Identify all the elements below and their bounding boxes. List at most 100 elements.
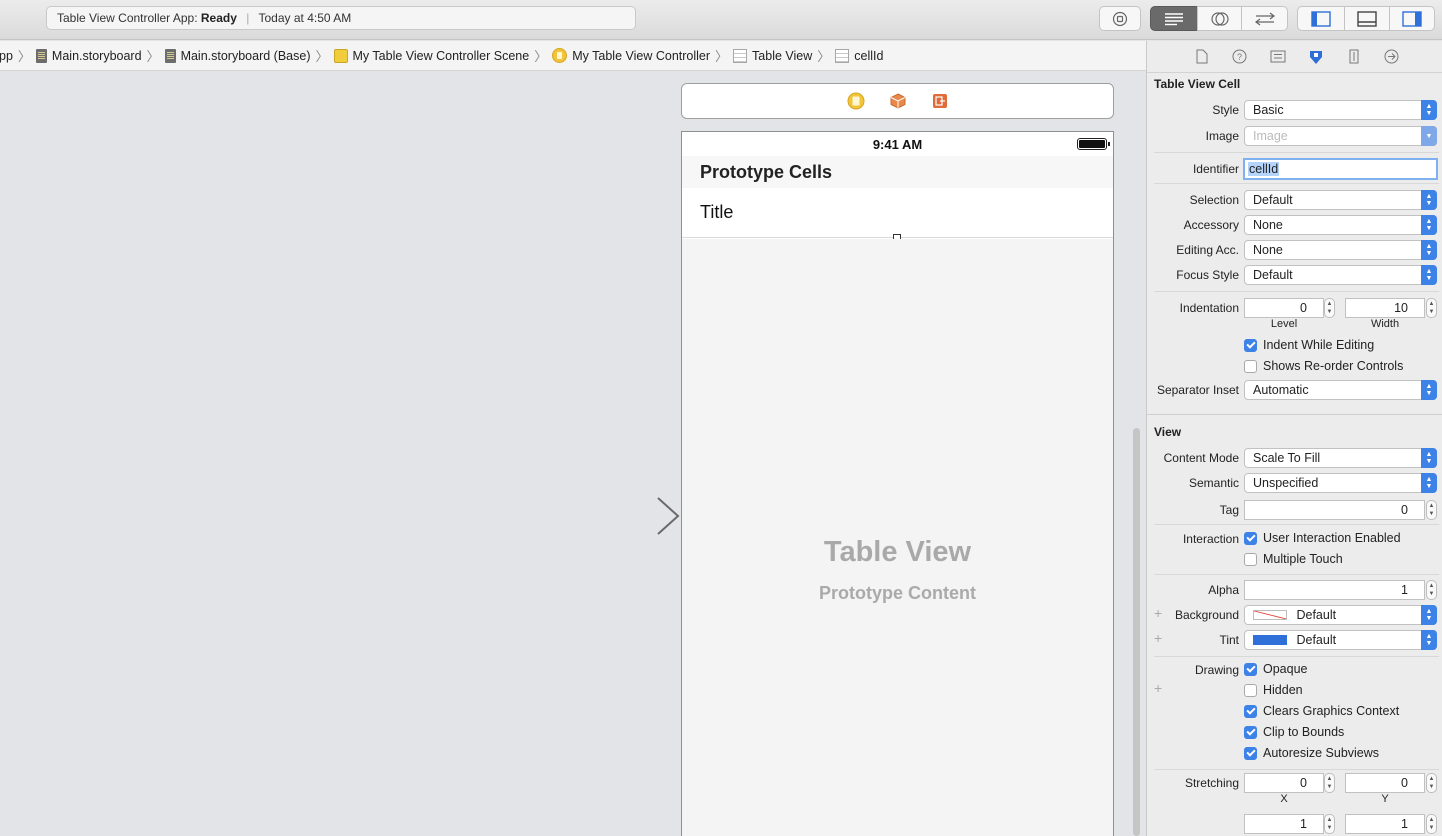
selection-popup[interactable]: Default ▲ ▼ <box>1244 190 1437 210</box>
stretching-y-stepper[interactable]: ▲ ▼ <box>1426 773 1437 793</box>
stretching-height-stepper[interactable]: ▲ ▼ <box>1426 814 1437 834</box>
content-mode-popup[interactable]: Scale To Fill ▲ ▼ <box>1244 448 1437 468</box>
prototype-cell[interactable]: Title <box>682 188 1113 242</box>
clip-to-bounds-checkbox[interactable]: Clip to Bounds <box>1244 725 1344 739</box>
placeholder-subtitle: Prototype Content <box>819 583 976 603</box>
scene-icon <box>333 48 348 63</box>
indentation-level-field[interactable]: 0 <box>1244 298 1324 318</box>
first-responder-icon[interactable] <box>889 92 907 110</box>
attributes-inspector-icon[interactable] <box>1308 49 1324 65</box>
activity-status: Ready <box>200 11 237 25</box>
opaque-checkbox[interactable]: Opaque <box>1244 662 1307 676</box>
autoresize-subviews-checkbox[interactable]: Autoresize Subviews <box>1244 746 1379 760</box>
hidden-checkbox[interactable]: Hidden <box>1244 683 1303 697</box>
focus-style-label: Focus Style <box>1176 268 1239 282</box>
stretching-x-stepper[interactable]: ▲ ▼ <box>1324 773 1335 793</box>
stretching-height-field[interactable]: 1 <box>1345 814 1425 834</box>
popup-arrows-icon: ▲ ▼ <box>1421 190 1437 210</box>
accessory-popup[interactable]: None ▲ ▼ <box>1244 215 1437 235</box>
breadcrumb-table-view[interactable]: Table View <box>730 48 815 63</box>
background-label: Background <box>1174 608 1239 622</box>
version-editor-button[interactable] <box>1241 6 1288 31</box>
tag-field[interactable]: 0 <box>1244 500 1425 520</box>
toggle-debug-area-button[interactable] <box>1344 6 1390 31</box>
indent-while-editing-checkbox[interactable]: Indent While Editing <box>1244 338 1374 352</box>
alpha-label: Alpha <box>1208 583 1239 597</box>
semantic-popup[interactable]: Unspecified ▲ ▼ <box>1244 473 1437 493</box>
stretching-y-field[interactable]: 0 <box>1345 773 1425 793</box>
popup-arrows-icon: ▲ ▼ <box>1421 215 1437 235</box>
width-stepper[interactable]: ▲ ▼ <box>1426 298 1437 318</box>
stretching-width-stepper[interactable]: ▲ ▼ <box>1324 814 1335 834</box>
size-inspector-icon[interactable] <box>1346 49 1362 65</box>
user-interaction-enabled-checkbox[interactable]: User Interaction Enabled <box>1244 531 1401 545</box>
tag-label: Tag <box>1219 503 1239 517</box>
stretching-width-field[interactable]: 1 <box>1244 814 1324 834</box>
breadcrumb-separator: 〉 <box>715 49 729 64</box>
content-mode-value: Scale To Fill <box>1253 451 1321 465</box>
tag-stepper[interactable]: ▲ ▼ <box>1426 500 1437 520</box>
standard-editor-button[interactable] <box>1150 6 1198 31</box>
iphone-frame[interactable]: 9:41 AM Prototype Cells Title Table View… <box>681 131 1114 836</box>
table-view-placeholder[interactable]: Table View Prototype Content <box>682 239 1113 836</box>
divider <box>1154 524 1439 525</box>
toggle-navigator-button[interactable] <box>1297 6 1345 31</box>
checkbox-checked-icon <box>1244 746 1257 760</box>
multiple-touch-checkbox[interactable]: Multiple Touch <box>1244 552 1343 566</box>
width-sublabel: Width <box>1370 318 1400 330</box>
popup-arrows-icon: ▲ ▼ <box>1421 448 1437 468</box>
exit-icon[interactable] <box>931 92 949 110</box>
cell-title-label[interactable]: Title <box>700 202 733 222</box>
breadcrumb-cell[interactable]: cellId <box>832 48 886 63</box>
y-sublabel: Y <box>1381 793 1389 805</box>
file-inspector-icon[interactable] <box>1194 49 1210 65</box>
editing-accessory-popup[interactable]: None ▲ ▼ <box>1244 240 1437 260</box>
style-value: Basic <box>1253 103 1284 117</box>
background-color-popup[interactable]: Default ▲ ▼ <box>1244 605 1437 625</box>
tint-color-popup[interactable]: Default ▲ ▼ <box>1244 630 1437 650</box>
view-controller-icon <box>552 48 568 63</box>
breadcrumb-main-storyboard[interactable]: Main.storyboard <box>33 48 145 63</box>
image-combo[interactable]: Image ▼ <box>1244 126 1437 146</box>
alpha-stepper[interactable]: ▲ ▼ <box>1426 580 1437 600</box>
semantic-value: Unspecified <box>1253 476 1319 490</box>
checkbox-label: Autoresize Subviews <box>1263 746 1380 760</box>
scrollbar-thumb[interactable] <box>1133 428 1140 836</box>
stretching-x-field[interactable]: 0 <box>1244 773 1324 793</box>
toggle-utilities-button[interactable] <box>1389 6 1435 31</box>
alpha-value: 1 <box>1401 583 1408 597</box>
breadcrumb-separator: 〉 <box>534 49 548 64</box>
placeholder-title: Table View <box>823 536 972 568</box>
identifier-value: cellId <box>1248 162 1280 176</box>
breadcrumb-app[interactable]: pp <box>0 49 16 63</box>
focus-style-popup[interactable]: Default ▲ ▼ <box>1244 265 1437 285</box>
identifier-field[interactable]: cellId <box>1243 158 1438 180</box>
add-variation-icon[interactable]: + <box>1154 680 1162 696</box>
quick-help-icon[interactable]: ? <box>1232 49 1248 65</box>
checkbox-label: Indent While Editing <box>1263 338 1375 352</box>
assistant-editor-button[interactable] <box>1197 6 1242 31</box>
breadcrumb-scene[interactable]: My Table View Controller Scene <box>331 48 533 63</box>
popup-arrows-icon: ▲ ▼ <box>1421 265 1437 285</box>
breadcrumb-view-controller[interactable]: My Table View Controller <box>549 48 713 63</box>
identity-inspector-icon[interactable] <box>1270 49 1286 65</box>
content-mode-label: Content Mode <box>1163 451 1239 465</box>
breadcrumb-label: Table View <box>752 48 813 63</box>
connections-inspector-icon[interactable] <box>1384 49 1400 65</box>
initial-view-controller-arrow-icon[interactable] <box>566 496 682 538</box>
attributes-inspector: ? Table View Cell Style Basic ▲ ▼ Image I… <box>1146 41 1442 836</box>
alpha-field[interactable]: 1 <box>1244 580 1425 600</box>
clears-graphics-context-checkbox[interactable]: Clears Graphics Context <box>1244 704 1399 718</box>
style-popup[interactable]: Basic ▲ ▼ <box>1244 100 1437 120</box>
breakpoint-icon <box>1112 11 1128 26</box>
shows-reorder-controls-checkbox[interactable]: Shows Re-order Controls <box>1244 359 1403 373</box>
indentation-width-field[interactable]: 10 <box>1345 298 1425 318</box>
breadcrumb-separator: 〉 <box>17 49 31 64</box>
separator-inset-popup[interactable]: Automatic ▲ ▼ <box>1244 380 1437 400</box>
view-controller-icon[interactable] <box>847 92 865 110</box>
editing-acc-label: Editing Acc. <box>1176 243 1239 257</box>
breakpoints-button[interactable] <box>1099 6 1141 31</box>
canvas-scrollbar[interactable] <box>1131 428 1142 836</box>
level-stepper[interactable]: ▲ ▼ <box>1324 298 1335 318</box>
breadcrumb-main-storyboard-base[interactable]: Main.storyboard (Base) <box>162 48 314 63</box>
